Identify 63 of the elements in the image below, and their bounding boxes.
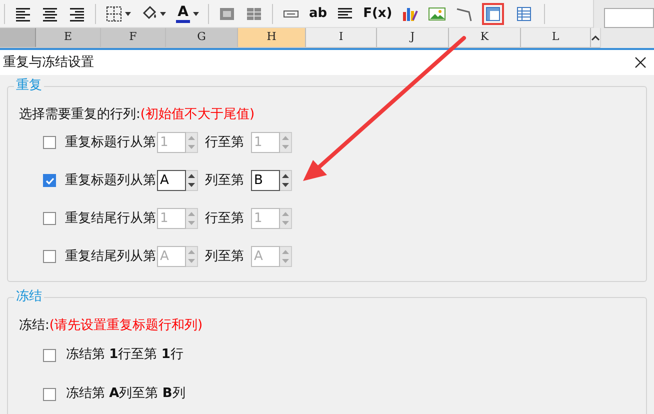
spin-field[interactable]: B	[251, 170, 280, 191]
prompt-label: 冻结:	[19, 318, 50, 334]
column-header[interactable]: H	[238, 28, 306, 47]
prompt-label: 选择需要重复的行列:	[19, 107, 140, 123]
name-box[interactable]	[604, 8, 654, 28]
column-header[interactable]: G	[166, 28, 238, 47]
note-label: (初始值不大于尾值)	[140, 107, 255, 123]
checkbox[interactable]	[43, 136, 56, 149]
down-arrow-icon	[282, 183, 289, 188]
column-header[interactable]: K	[449, 28, 521, 47]
up-arrow-icon	[188, 174, 195, 178]
spin-buttons[interactable]	[280, 170, 292, 191]
column-header[interactable]: E	[36, 28, 101, 47]
row-label: 重复结尾行从第	[65, 210, 157, 228]
range-label: 列至第	[205, 248, 245, 266]
freeze-option-label: 冻结第 A列至第 B列	[66, 385, 186, 404]
checkbox[interactable]	[43, 174, 56, 187]
down-arrow-icon	[282, 259, 289, 264]
down-arrow-icon	[188, 221, 195, 226]
row-label: 重复标题列从第	[65, 172, 157, 190]
note-label: (请先设置重复标题行和列)	[49, 318, 203, 334]
image-icon[interactable]	[428, 4, 446, 22]
dialog-title: 重复与冻结设置	[3, 54, 94, 72]
range-label: 列至第	[205, 172, 245, 190]
down-arrow-icon	[282, 221, 289, 226]
column-header[interactable]: L	[521, 28, 591, 47]
close-icon[interactable]	[635, 57, 646, 68]
down-arrow-icon	[188, 183, 195, 188]
caret-icon[interactable]	[125, 12, 131, 16]
checkbox[interactable]	[43, 212, 56, 225]
column-header[interactable]: J	[377, 28, 449, 47]
down-arrow-icon	[188, 145, 195, 150]
caret-icon[interactable]	[160, 12, 166, 16]
range-label: 行至第	[205, 210, 245, 228]
row-label: 重复结尾列从第	[65, 248, 157, 266]
text-tool-button[interactable]: ab	[309, 7, 328, 20]
up-arrow-icon	[188, 212, 195, 216]
row-label: 重复标题行从第	[65, 134, 157, 152]
down-arrow-icon	[282, 145, 289, 150]
checkbox[interactable]	[43, 388, 56, 400]
freeze-option-label: 冻结第 1行至第 1行	[66, 346, 184, 364]
down-arrow-icon	[188, 259, 195, 264]
up-arrow-icon	[282, 250, 289, 254]
column-header[interactable]: F	[101, 28, 166, 47]
range-label: 行至第	[205, 134, 245, 152]
spin-field[interactable]: A	[157, 170, 186, 191]
table-icon	[516, 6, 532, 22]
borders-icon[interactable]	[105, 4, 123, 22]
scroll-up-icon	[591, 34, 600, 40]
caret-icon[interactable]	[193, 12, 199, 16]
text-tool-button[interactable]: F(x)	[363, 7, 392, 20]
up-arrow-icon	[282, 136, 289, 140]
highlighted-toolbar-button[interactable]	[482, 2, 504, 24]
column-header[interactable]: I	[306, 28, 377, 47]
up-arrow-icon	[282, 212, 289, 216]
font-color-button[interactable]: A	[175, 4, 191, 22]
up-arrow-icon	[282, 174, 289, 178]
up-arrow-icon	[188, 250, 195, 254]
checkbox[interactable]	[43, 348, 56, 362]
up-arrow-icon	[188, 136, 195, 140]
freeze-panes-icon	[485, 6, 502, 22]
spin-buttons[interactable]	[186, 170, 198, 191]
checkbox[interactable]	[43, 250, 56, 263]
